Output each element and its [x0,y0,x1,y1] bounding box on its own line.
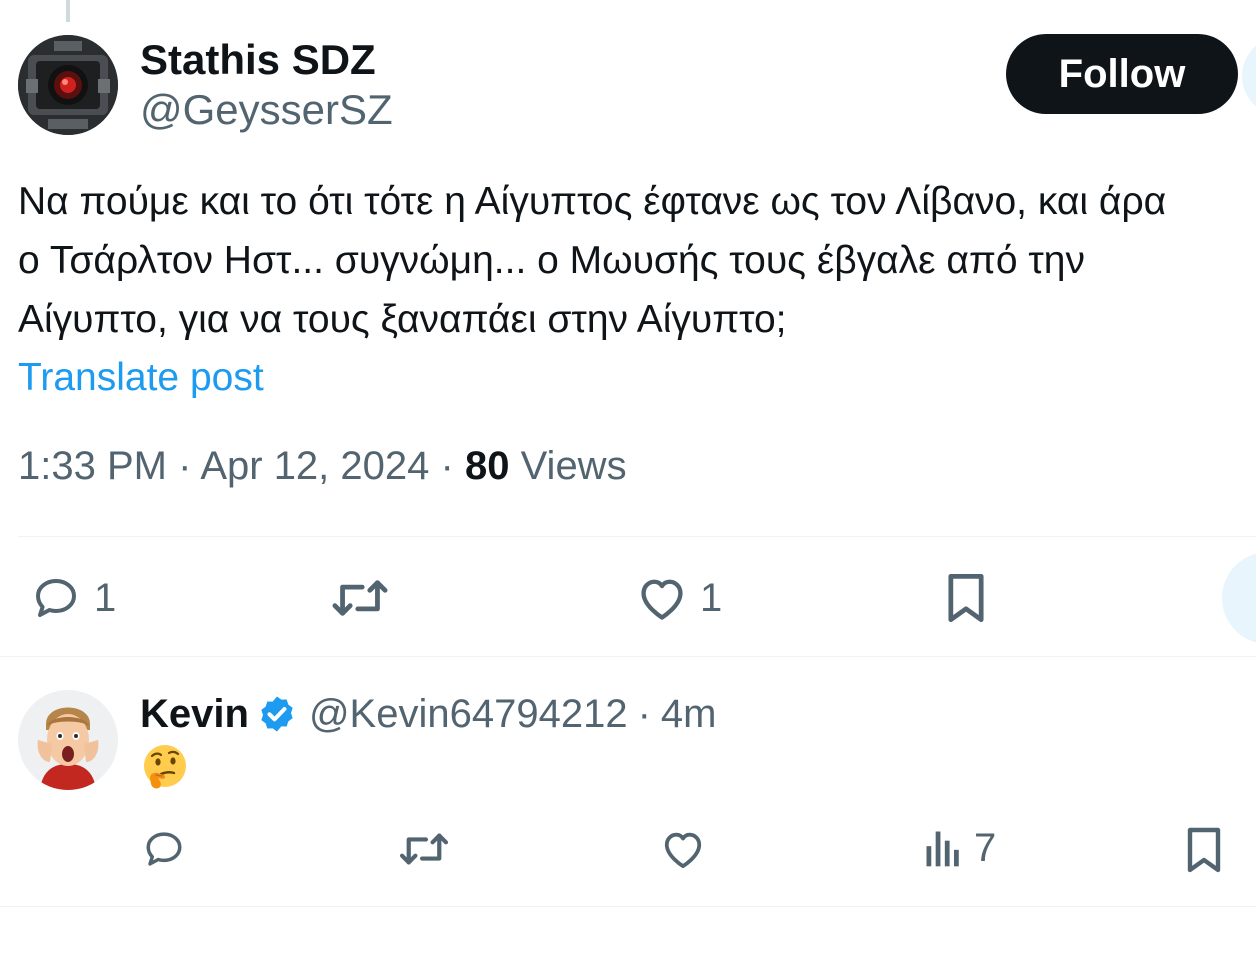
bookmark-icon [1187,827,1221,873]
divider [18,536,1256,537]
reply-separator: · [637,692,651,736]
reply-repost-action[interactable] [398,828,462,870]
reply-views-action[interactable]: 7 [924,826,996,870]
more-options-button[interactable] [1242,36,1256,116]
divider [0,656,1256,657]
reply-author-handle[interactable]: @Kevin64794212 [309,688,628,740]
reply-avatar[interactable] [18,690,118,790]
meta-separator: · [440,444,454,488]
robot-eye-avatar-image [18,35,118,135]
views-label: Views [520,444,627,488]
thinking-face-emoji [140,742,190,792]
reply-views-count: 7 [974,826,997,870]
follow-button[interactable]: Follow [1006,34,1238,114]
reply-author-name[interactable]: Kevin [140,688,249,740]
like-count: 1 [700,576,723,620]
divider [0,906,1256,907]
tweet-detail-page: Stathis SDZ @GeysserSZ Follow Να πούμε κ… [0,0,1256,965]
author-avatar[interactable] [18,35,118,135]
thread-connector-line [66,0,70,22]
views-count: 80 [464,444,510,488]
tweet-date[interactable]: Apr 12, 2024 [200,444,429,488]
reply-count: 1 [94,576,117,620]
heart-icon [641,579,683,620]
verified-badge-icon[interactable] [257,694,297,734]
heart-icon [664,832,702,869]
reply-icon [36,579,76,617]
meta-separator: · [178,444,192,488]
reply-reply-action[interactable] [142,828,198,870]
reply-time[interactable]: 4m [661,688,717,740]
like-action[interactable]: 1 [636,574,722,622]
repost-icon [332,580,388,616]
tweet-text-line: Να πούμε και το ότι τότε η Αίγυπτος έφτα… [18,180,1167,223]
reply-like-action[interactable] [660,828,718,870]
reply-header: Kevin @Kevin64794212 · 4m [140,688,716,740]
bookmark-icon [948,573,984,623]
thinking-face-icon [144,745,186,789]
tweet-text-line: Αίγυπτο, για να τους ξαναπάει στην Αίγυπ… [18,298,787,341]
views-chart-icon [926,831,959,867]
author-name[interactable]: Stathis SDZ [140,34,376,86]
author-handle[interactable]: @GeysserSZ [140,84,393,136]
share-button[interactable] [1222,552,1256,644]
translate-post-link[interactable]: Translate post [18,350,264,406]
tweet-time[interactable]: 1:33 PM [18,444,167,488]
repost-icon [399,833,449,865]
reply-action[interactable]: 1 [30,574,116,622]
tweet-meta: 1:33 PM · Apr 12, 2024 · 80 Views [18,438,627,494]
bookmark-action[interactable] [944,572,988,624]
reply-bookmark-action[interactable] [1184,826,1224,874]
repost-action[interactable] [330,574,402,622]
kevin-avatar-image [18,690,118,790]
tweet-text: Να πούμε και το ότι τότε η Αίγυπτος έφτα… [18,172,1256,349]
tweet-text-line: ο Τσάρλτον Ηστ... συγνώμη... ο Μωυσής το… [18,239,1085,282]
reply-icon [146,832,182,866]
